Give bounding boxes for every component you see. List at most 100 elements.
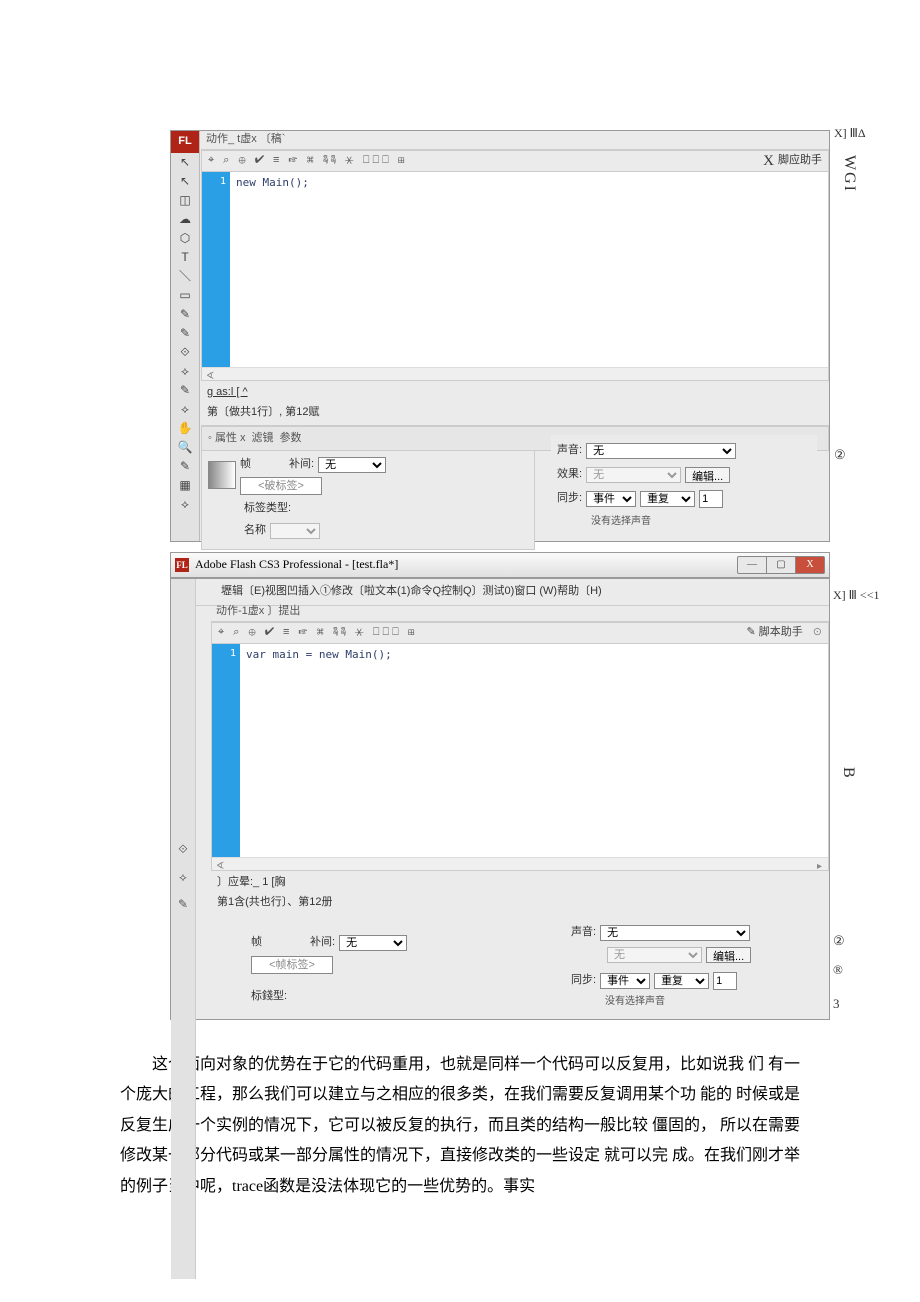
code-editor[interactable]: 1 new Main(); ∢ xyxy=(201,172,829,381)
code-body-2[interactable]: var main = new Main(); xyxy=(240,644,828,870)
tween-label-2: 补间: xyxy=(310,933,335,953)
editor-toolbar-2: ⌖ ⌕ ⊕ ✔ ≡ ☞ ⌘ ☟☟ ⚹ ⎕⎕⎕ ⊞ ✎ 脚本助手 ⊙ xyxy=(211,622,829,644)
tool-item[interactable]: ⟡ xyxy=(171,400,199,419)
code-status: g as:l [ ^ 第〔做共1行〕, 第12赋 xyxy=(201,381,829,426)
repeat-count-input-2[interactable] xyxy=(713,972,737,990)
property-panel-right: 声音:无 效果:无编辑... 同步:事件重复 没有选择声音 xyxy=(551,435,817,541)
tool-item[interactable]: ◫ xyxy=(171,191,199,210)
tool-item[interactable]: ↖ xyxy=(171,153,199,172)
tools-panel: FL ↖↖◫☁⬡T＼▭✎✎⟐⟡✎⟡✋🔍✎▦⟡ xyxy=(171,131,200,541)
edit-button[interactable]: 编辑... xyxy=(685,467,730,483)
tab-params[interactable]: 参数 xyxy=(280,429,302,449)
no-sound-hint-2: 没有选择声音 xyxy=(605,993,817,1011)
label-type-2: 标錢型: xyxy=(251,987,287,1007)
actions-tab-2[interactable]: 动作-1虚x 〕提出 xyxy=(211,603,829,622)
window-titlebar[interactable]: FL Adobe Flash CS3 Professional - [test.f… xyxy=(170,552,830,578)
tool-item[interactable]: ⟐ xyxy=(171,343,199,362)
annot2-top: X] Ⅲ <<1 xyxy=(833,585,891,607)
frame-swatch-icon xyxy=(208,461,236,489)
tool-item[interactable]: ☁ xyxy=(171,210,199,229)
maximize-button[interactable]: ▢ xyxy=(767,556,796,574)
script-assistant-button-2[interactable]: ✎ 脚本助手 xyxy=(747,623,803,643)
layer-line-link: 〕应晕:_ 1 [胸 xyxy=(217,876,285,888)
h-scrollbar-2[interactable]: ∢▸ xyxy=(212,857,828,870)
tool-item[interactable]: ✎ xyxy=(171,381,199,400)
close-button[interactable]: X xyxy=(796,556,825,574)
status-line-info: 第〔做共1行〕, 第12赋 xyxy=(207,406,319,418)
tool-item[interactable]: ✎ xyxy=(171,305,199,324)
annot2-sym1: ② xyxy=(833,929,845,952)
code-editor-2[interactable]: 1 var main = new Main(); ∢▸ xyxy=(211,644,829,871)
annot-vert: WGI xyxy=(834,155,863,193)
tool-item[interactable]: ✋ xyxy=(171,419,199,438)
tool-ico-c[interactable]: ✎ xyxy=(178,894,188,916)
actions-panel: 动作_ t虚x 〔稿` ⌖ ⌕ ⊕ ✔ ≡ ☞ ⌘ ☟☟ ⚹ ⎕⎕⎕ ⊞ X脚应… xyxy=(201,131,829,541)
frame-tag-input[interactable]: <破标签> xyxy=(240,477,322,495)
tool-item[interactable]: ✎ xyxy=(171,324,199,343)
tool-ico-b[interactable]: ⟡ xyxy=(179,867,187,889)
label-type-label: 标签类型: xyxy=(244,499,320,519)
actions-tab[interactable]: 动作_ t虚x 〔稿` xyxy=(201,131,829,150)
tween-select[interactable]: 无 xyxy=(318,457,386,473)
toolbar-icons-2[interactable]: ⌖ ⌕ ⊕ ✔ ≡ ☞ ⌘ ☟☟ ⚹ ⎕⎕⎕ ⊞ xyxy=(218,623,418,643)
annot-circ-2: ② xyxy=(834,443,846,466)
sound-select[interactable]: 无 xyxy=(586,443,736,459)
minimize-button[interactable]: — xyxy=(737,556,767,574)
tool-item[interactable]: ⟡ xyxy=(171,362,199,381)
layer-status: 〕应晕:_ 1 [胸 第1含(共也行〕、第12册 xyxy=(211,871,829,915)
window-title: Adobe Flash CS3 Professional - [test.fla… xyxy=(195,554,398,576)
tool-item[interactable]: ⬡ xyxy=(171,229,199,248)
effect-select: 无 xyxy=(586,467,681,483)
sync-label-2: 同步: xyxy=(571,971,596,991)
flash-logo: FL xyxy=(175,558,189,572)
frame-label: 帧 xyxy=(240,455,251,475)
effect-select-2: 无 xyxy=(607,947,702,963)
annot2-sym2: ® xyxy=(833,958,845,981)
body-paragraph: 这个面向对象的优势在于它的代码重用，也就是同样一个代码可以反复用，比如说我 们 … xyxy=(120,1050,800,1202)
name-label: 名称 xyxy=(244,521,266,541)
tween-select-2[interactable]: 无 xyxy=(339,935,407,951)
effect-label: 效果: xyxy=(557,465,582,485)
tool-item[interactable]: ↖ xyxy=(171,172,199,191)
flash-logo: FL xyxy=(171,131,199,153)
code-body[interactable]: new Main(); xyxy=(230,172,828,380)
no-sound-hint: 没有选择声音 xyxy=(591,513,811,531)
tab-filters[interactable]: 滤镜 xyxy=(252,429,274,449)
script-assistant-button[interactable]: X脚应助手 xyxy=(763,148,822,175)
tool-item[interactable]: ▭ xyxy=(171,286,199,305)
property-panel-2: 帧 补间: 无 <帧标签> 标錢型: 声音:无 无编辑... 同步:事件重复 没… xyxy=(211,915,829,1035)
annot2-vert: B xyxy=(833,767,862,778)
property-panel-left: 帧 补间: 无 <破标签> 标签类型: 名称 xyxy=(201,451,535,550)
toolbar-icons[interactable]: ⌖ ⌕ ⊕ ✔ ≡ ☞ ⌘ ☟☟ ⚹ ⎕⎕⎕ ⊞ xyxy=(208,151,408,171)
tool-item[interactable]: 🔍 xyxy=(171,438,199,457)
edit-button-2[interactable]: 编辑... xyxy=(706,947,751,963)
editor-toolbar: ⌖ ⌕ ⊕ ✔ ≡ ☞ ⌘ ☟☟ ⚹ ⎕⎕⎕ ⊞ X脚应助手 xyxy=(201,150,829,172)
right-annotation-1: X] ⅢΔ WGI ② xyxy=(834,123,889,193)
sync-label: 同步: xyxy=(557,489,582,509)
repeat-select[interactable]: 重复 xyxy=(640,491,695,507)
window-controls: — ▢ X xyxy=(737,556,825,574)
h-scrollbar[interactable]: ∢ xyxy=(202,367,828,380)
tool-item[interactable]: T xyxy=(171,248,199,267)
tool-ico-a[interactable]: ⟐ xyxy=(178,839,187,861)
sync-select[interactable]: 事件 xyxy=(586,491,636,507)
help-icon[interactable]: ⊙ xyxy=(813,623,822,643)
tool-item[interactable]: ＼ xyxy=(171,267,199,286)
tool-item[interactable]: ⟡ xyxy=(171,495,199,514)
left-tool-strip: ⟐ ⟡ ✎ xyxy=(171,579,196,1279)
tool-item[interactable]: ✎ xyxy=(171,457,199,476)
status-link[interactable]: g as:l [ ^ xyxy=(207,386,248,398)
frame-tag-input-2[interactable]: <帧标签> xyxy=(251,956,333,974)
tab-properties[interactable]: ◦ 属性 x xyxy=(208,429,246,449)
annot-top: X] ⅢΔ xyxy=(834,123,889,145)
repeat-select-2[interactable]: 重复 xyxy=(654,973,709,989)
tween-label: 补间: xyxy=(289,455,314,475)
sync-select-2[interactable]: 事件 xyxy=(600,973,650,989)
repeat-count-input[interactable] xyxy=(699,490,723,508)
sound-select-2[interactable]: 无 xyxy=(600,925,750,941)
name-select[interactable] xyxy=(270,523,320,539)
tool-item[interactable]: ▦ xyxy=(171,476,199,495)
annot2-sym3: 3 xyxy=(833,992,845,1015)
line-gutter-2: 1 xyxy=(212,644,240,870)
sound-label-2: 声音: xyxy=(571,923,596,943)
